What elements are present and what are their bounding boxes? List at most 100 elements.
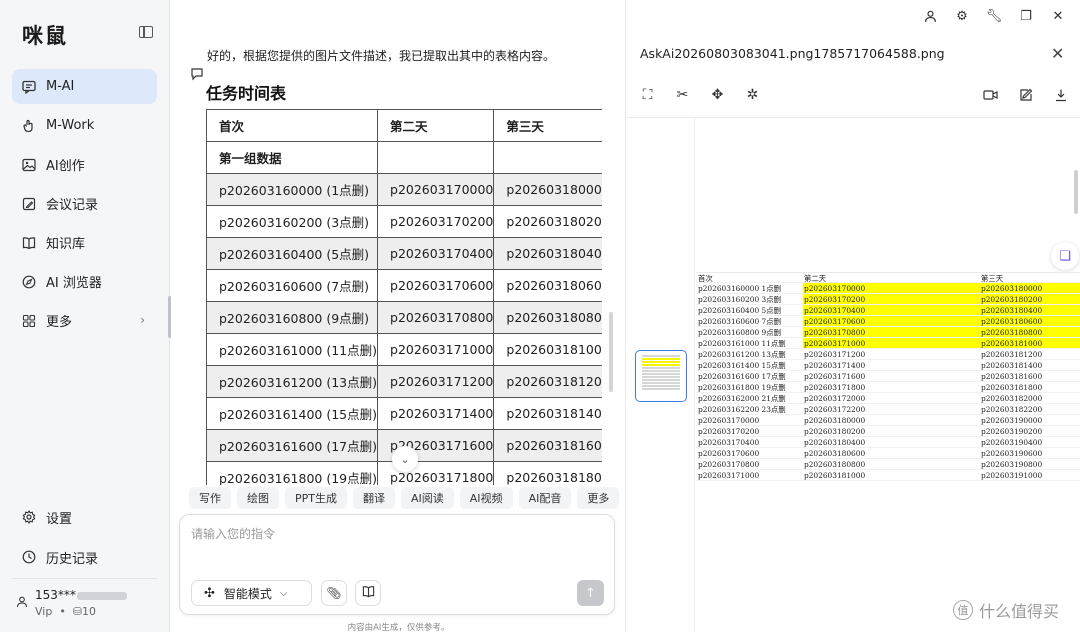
gear-icon (22, 510, 36, 524)
magic-icon[interactable]: ✲ (744, 86, 761, 103)
sheet-cell: p202603181800 (980, 382, 1080, 393)
table-cell: p202603161400 (15点删) (206, 397, 379, 430)
sidebar-bottom: 设置 历史记录 (12, 500, 157, 580)
sheet-cell: p202603170400 (696, 437, 803, 448)
table-cell: p202603160800 (9点删) (206, 301, 379, 334)
table-cell: p202603160200 (3点删) (206, 205, 379, 238)
chat-scrollbar[interactable] (609, 312, 613, 392)
sheet-cell: p202603160600 7点删 (696, 316, 803, 327)
gear-icon[interactable]: ⚙ (954, 8, 970, 24)
close-window-icon[interactable]: ✕ (1050, 8, 1066, 24)
tool-draw[interactable]: 绘图 (237, 487, 279, 509)
sheet-row: p202603161600 17点删 p202603171600 p20260318… (696, 371, 1080, 382)
sidebar-item-m-work[interactable]: M-Work (12, 108, 157, 143)
history-button[interactable]: 历史记录 (12, 540, 157, 574)
paperclip-icon: 📎︎ (326, 586, 342, 600)
table-cell: p202603160600 (7点删) (206, 269, 379, 302)
table-cell: p202603181400 (493, 397, 602, 430)
sheet-row: p202603160400 5点删 p202603170400 p202603180… (696, 305, 1080, 316)
tool-ai-video[interactable]: AI视频 (459, 487, 513, 509)
viewer-scrollbar[interactable] (1074, 170, 1078, 214)
move-icon[interactable]: ✥ (709, 86, 726, 103)
sheet-cell: p202603181600 (980, 371, 1080, 382)
settings-button[interactable]: 设置 (12, 500, 157, 534)
send-button[interactable]: ↑ (577, 580, 604, 606)
knowledge-button[interactable] (355, 580, 381, 606)
chevron-down-icon: ⌄ (400, 452, 410, 466)
sheet-cell: p202603180400 (980, 305, 1080, 316)
sheet-row: p202603170800 p202603180800 p202603190800 (696, 459, 1080, 470)
spreadsheet-image: 首次 第二天 第三天 p202603160000 1点删 p20260317000… (696, 272, 1080, 481)
sheet-row: p202603170400 p202603180400 p202603190400 (696, 437, 1080, 448)
viewer-actions (982, 86, 1069, 103)
prompt-input-box[interactable]: 请输入您的指令 ✣ 智能模式 ⌵ 📎︎ ↑ (179, 514, 615, 615)
table-cell: p202603180000 (493, 173, 602, 206)
sheet-cell: p202603160800 9点删 (696, 327, 803, 338)
assistant-intro: 好的，根据您提供的图片文件描述，我已提取出其中的表格内容。 (207, 49, 556, 63)
quote-icon[interactable] (190, 67, 204, 81)
prompt-input[interactable]: 请输入您的指令 (191, 525, 275, 542)
sidebar-item-ai-browser[interactable]: AI 浏览器 (12, 264, 157, 299)
image-thumbnail[interactable] (635, 350, 687, 402)
sheet-row: p202603160200 3点删 p202603170200 p202603180… (696, 294, 1080, 305)
table-cell: p202603160400 (5点删) (206, 237, 379, 270)
hand-icon (22, 119, 36, 133)
download-icon[interactable] (1052, 86, 1069, 103)
ai-assistant-badge[interactable]: ❏ (1051, 242, 1079, 270)
restore-icon[interactable]: ❐ (1018, 8, 1034, 24)
table-cell: p202603181600 (493, 429, 602, 462)
attach-button[interactable]: 📎︎ (321, 580, 347, 606)
chat-panel: 好的，根据您提供的图片文件描述，我已提取出其中的表格内容。 任务时间表 首次 第… (171, 0, 626, 632)
sheet-row: p202603161400 15点删 p202603171400 p20260318… (696, 360, 1080, 371)
tool-more[interactable]: 更多 (577, 487, 620, 509)
tool-ai-dub[interactable]: AI配音 (518, 487, 572, 509)
sheet-cell: p202603160200 3点删 (696, 294, 803, 305)
tool-ppt[interactable]: PPT生成 (285, 487, 347, 509)
tool-ai-read[interactable]: AI阅读 (401, 487, 454, 509)
user-icon[interactable] (922, 8, 938, 24)
sidebar-item-knowledge[interactable]: 知识库 (12, 225, 157, 260)
sheet-row: p202603161000 11点删 p202603171000 p20260318… (696, 338, 1080, 349)
sheet-cell: p202603170000 (696, 415, 803, 426)
sheet-row: p202603170200 p202603180200 p202603190200 (696, 426, 1080, 437)
history-label: 历史记录 (46, 551, 99, 567)
sidebar-toggle-icon[interactable] (139, 26, 153, 38)
video-icon[interactable] (982, 86, 999, 103)
crop-icon[interactable]: ⛶ (639, 86, 656, 103)
sidebar-item-m-ai[interactable]: M-AI (12, 69, 157, 104)
sheet-row: p202603162000 21点删 p202603172000 p20260318… (696, 393, 1080, 404)
sheet-cell: p202603170600 (696, 448, 803, 459)
table-row: p202603160000 (1点删) p202603170000 p20260… (206, 173, 602, 206)
table-cell (493, 141, 602, 174)
sheet-cell: p202603181000 (980, 338, 1080, 349)
sheet-cell: 首次 (696, 273, 803, 283)
scissors-icon[interactable]: ✂ (674, 86, 691, 103)
sidebar-item-ai-create[interactable]: AI创作 (12, 147, 157, 182)
sheet-cell: p202603161000 11点删 (696, 338, 803, 349)
table-cell: p202603161800 (19点删) (206, 461, 379, 485)
book-icon (362, 585, 375, 601)
image-icon (22, 158, 36, 172)
mode-selector[interactable]: ✣ 智能模式 ⌵ (191, 580, 312, 606)
user-profile[interactable]: 153*** Vip • ⛁10 (16, 586, 161, 626)
sheet-cell: p202603162000 21点删 (696, 393, 803, 404)
sheet-header-row: 首次 第二天 第三天 (696, 272, 1080, 283)
sidebar-item-more[interactable]: 更多 › (12, 303, 157, 338)
sheet-cell: p202603171600 (803, 371, 980, 382)
sheet-cell: p202603171000 (696, 470, 803, 481)
sheet-cell: p202603181000 (803, 470, 980, 481)
tool-translate[interactable]: 翻译 (353, 487, 395, 509)
close-viewer-icon[interactable]: ✕ (1051, 44, 1064, 63)
table-header-row: 首次 第二天 第三天 (206, 109, 602, 142)
table-cell: p202603170400 (377, 237, 495, 270)
wrench-icon[interactable]: 🔧︎ (986, 8, 1003, 24)
watermark: 值 什么值得买 (953, 598, 1059, 622)
tool-write[interactable]: 写作 (189, 487, 231, 509)
sidebar-item-meeting[interactable]: 会议记录 (12, 186, 157, 221)
sheet-cell: p202603171000 (803, 338, 980, 349)
scroll-down-button[interactable]: ⌄ (392, 446, 418, 472)
sheet-cell: p202603172200 (803, 404, 980, 415)
vip-label: Vip (35, 605, 53, 618)
edit-icon[interactable] (1017, 86, 1034, 103)
thumbnail-row (642, 382, 680, 384)
